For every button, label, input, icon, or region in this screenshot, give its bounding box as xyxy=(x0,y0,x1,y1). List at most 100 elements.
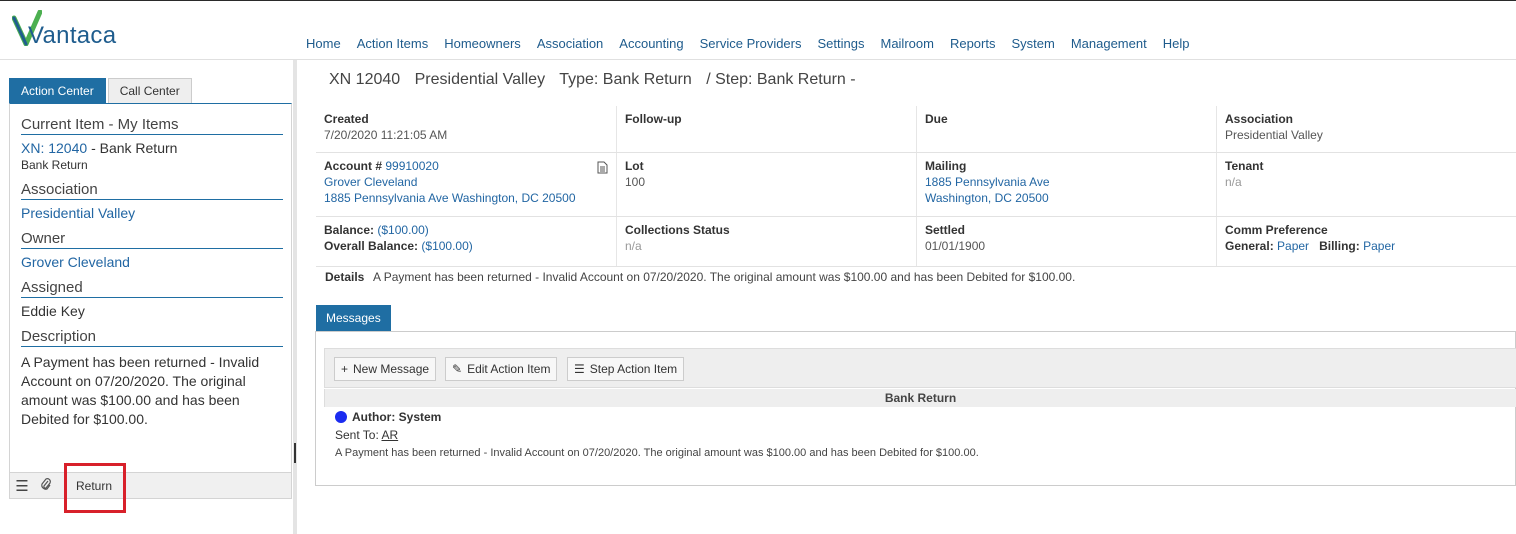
nav-accounting[interactable]: Accounting xyxy=(619,36,683,51)
followup-label: Follow-up xyxy=(624,112,682,126)
current-item-heading: Current Item - My Items xyxy=(21,116,283,135)
messages-toolbar: + New Message ✎ Edit Action Item ☰ Step Act… xyxy=(324,348,1516,388)
tab-messages[interactable]: Messages xyxy=(316,305,391,332)
logo-text: Vantaca xyxy=(28,22,117,49)
messages-panel: + New Message ✎ Edit Action Item ☰ Step Act… xyxy=(315,331,1516,486)
association-heading: Association xyxy=(21,181,283,200)
item-details-grid: Created 7/20/2020 11:21:05 AM Follow-up … xyxy=(316,106,1516,267)
title-step: / Step: Bank Return - xyxy=(706,71,856,88)
mailing-cell: Mailing 1885 Pennsylvania Ave Washington… xyxy=(915,153,1216,216)
title-association: Presidential Valley xyxy=(414,71,546,88)
highlight-box xyxy=(64,463,126,513)
owner-link[interactable]: Grover Cleveland xyxy=(21,254,283,270)
association-label: Association xyxy=(1225,112,1294,126)
association-value: Presidential Valley xyxy=(1225,128,1323,142)
item-type: - Bank Return xyxy=(91,140,178,156)
left-tabs: Action Center Call Center xyxy=(9,78,192,103)
billing-label: Billing: xyxy=(1319,239,1360,253)
pencil-icon: ✎ xyxy=(452,362,463,376)
sent-to-label: Sent To: xyxy=(335,428,379,442)
account-link[interactable]: 99910020 xyxy=(385,159,438,173)
nav-help[interactable]: Help xyxy=(1163,36,1190,51)
nav-mailroom[interactable]: Mailroom xyxy=(880,36,933,51)
tenant-label: Tenant xyxy=(1225,159,1264,173)
due-cell: Due xyxy=(915,106,1216,152)
tenant-value: n/a xyxy=(1225,175,1242,189)
app-header: Vantaca Home Action Items Homeowners Ass… xyxy=(0,1,1516,60)
details-row-3: Balance: ($100.00) Overall Balance: ($10… xyxy=(316,217,1516,267)
balance-label: Balance: xyxy=(324,223,375,237)
tab-call-center[interactable]: Call Center xyxy=(107,78,192,103)
comm-preference-label: Comm Preference xyxy=(1225,223,1328,237)
settled-label: Settled xyxy=(924,223,965,237)
general-value[interactable]: Paper xyxy=(1277,239,1309,253)
tenant-cell: Tenant n/a xyxy=(1216,153,1516,216)
balance-cell: Balance: ($100.00) Overall Balance: ($10… xyxy=(316,217,616,266)
settled-value: 01/01/1900 xyxy=(924,239,986,253)
message-sent-to: Sent To: AR xyxy=(335,428,398,442)
due-label: Due xyxy=(924,112,948,126)
lot-label: Lot xyxy=(624,159,644,173)
action-center-panel: Current Item - My Items XN: 12040 - Bank… xyxy=(9,103,292,473)
created-label: Created xyxy=(324,112,369,126)
association-cell: Association Presidential Valley xyxy=(1216,106,1516,152)
nav-service-providers[interactable]: Service Providers xyxy=(700,36,802,51)
overall-balance-value[interactable]: ($100.00) xyxy=(421,239,472,253)
association-link[interactable]: Presidential Valley xyxy=(21,205,283,221)
edit-action-item-label: Edit Action Item xyxy=(467,362,551,376)
edit-action-item-button[interactable]: ✎ Edit Action Item xyxy=(445,357,558,381)
list-icon: ☰ xyxy=(574,362,585,376)
author-label: Author: System xyxy=(352,410,442,424)
created-cell: Created 7/20/2020 11:21:05 AM xyxy=(316,106,616,152)
panel-footer: ☰ Return xyxy=(9,473,292,499)
message-author: Author: System xyxy=(335,410,441,424)
splitter-handle[interactable] xyxy=(294,443,296,463)
overall-balance-label: Overall Balance: xyxy=(324,239,419,253)
menu-icon[interactable]: ☰ xyxy=(10,477,34,495)
owner-name-link[interactable]: Grover Cleveland xyxy=(324,174,608,190)
current-item-line: XN: 12040 - Bank Return xyxy=(21,140,283,156)
nav-reports[interactable]: Reports xyxy=(950,36,996,51)
account-label: Account # xyxy=(324,159,383,173)
billing-value[interactable]: Paper xyxy=(1363,239,1395,253)
owner-address-link[interactable]: 1885 Pennsylvania Ave Washington, DC 205… xyxy=(324,190,608,206)
document-icon[interactable] xyxy=(597,161,608,178)
created-value: 7/20/2020 11:21:05 AM xyxy=(324,128,448,142)
mailing-line1[interactable]: 1885 Pennsylvania Ave xyxy=(925,174,1208,190)
message-header: Bank Return xyxy=(324,389,1516,407)
details-row-1: Created 7/20/2020 11:21:05 AM Follow-up … xyxy=(316,106,1516,153)
nav-management[interactable]: Management xyxy=(1071,36,1147,51)
collections-value: n/a xyxy=(624,239,642,253)
owner-heading: Owner xyxy=(21,230,283,249)
nav-homeowners[interactable]: Homeowners xyxy=(444,36,521,51)
new-message-button[interactable]: + New Message xyxy=(334,357,437,381)
mailing-line2[interactable]: Washington, DC 20500 xyxy=(925,190,1208,206)
description-heading: Description xyxy=(21,328,283,347)
message-body: A Payment has been returned - Invalid Ac… xyxy=(335,447,979,459)
item-link[interactable]: XN: 12040 xyxy=(21,140,87,156)
nav-system[interactable]: System xyxy=(1011,36,1054,51)
sent-to-link[interactable]: AR xyxy=(381,428,398,442)
nav-settings[interactable]: Settings xyxy=(818,36,865,51)
description-text: A Payment has been returned - Invalid Ac… xyxy=(21,354,260,427)
followup-cell: Follow-up xyxy=(615,106,916,152)
mailing-label: Mailing xyxy=(924,159,967,173)
title-id: XN 12040 xyxy=(329,71,401,88)
comm-preference-cell: Comm Preference General: Paper Billing: … xyxy=(1216,217,1516,266)
account-cell: Account # 99910020 Grover Cleveland 1885… xyxy=(316,153,616,216)
tab-action-center[interactable]: Action Center xyxy=(9,78,106,103)
details-label: Details xyxy=(325,270,365,284)
nav-home[interactable]: Home xyxy=(306,36,341,51)
nav-association[interactable]: Association xyxy=(537,36,603,51)
main-nav: Home Action Items Homeowners Association… xyxy=(306,36,1205,51)
status-dot-icon xyxy=(335,411,347,423)
step-action-item-button[interactable]: ☰ Step Action Item xyxy=(567,357,685,381)
balance-value[interactable]: ($100.00) xyxy=(377,223,428,237)
nav-action-items[interactable]: Action Items xyxy=(357,36,429,51)
title-type: Type: Bank Return xyxy=(559,71,692,88)
vantaca-logo[interactable]: Vantaca xyxy=(12,10,122,50)
details-value: A Payment has been returned - Invalid Ac… xyxy=(373,270,1076,284)
paperclip-icon[interactable] xyxy=(34,477,58,495)
collections-label: Collections Status xyxy=(624,223,730,237)
assigned-value: Eddie Key xyxy=(21,303,85,319)
